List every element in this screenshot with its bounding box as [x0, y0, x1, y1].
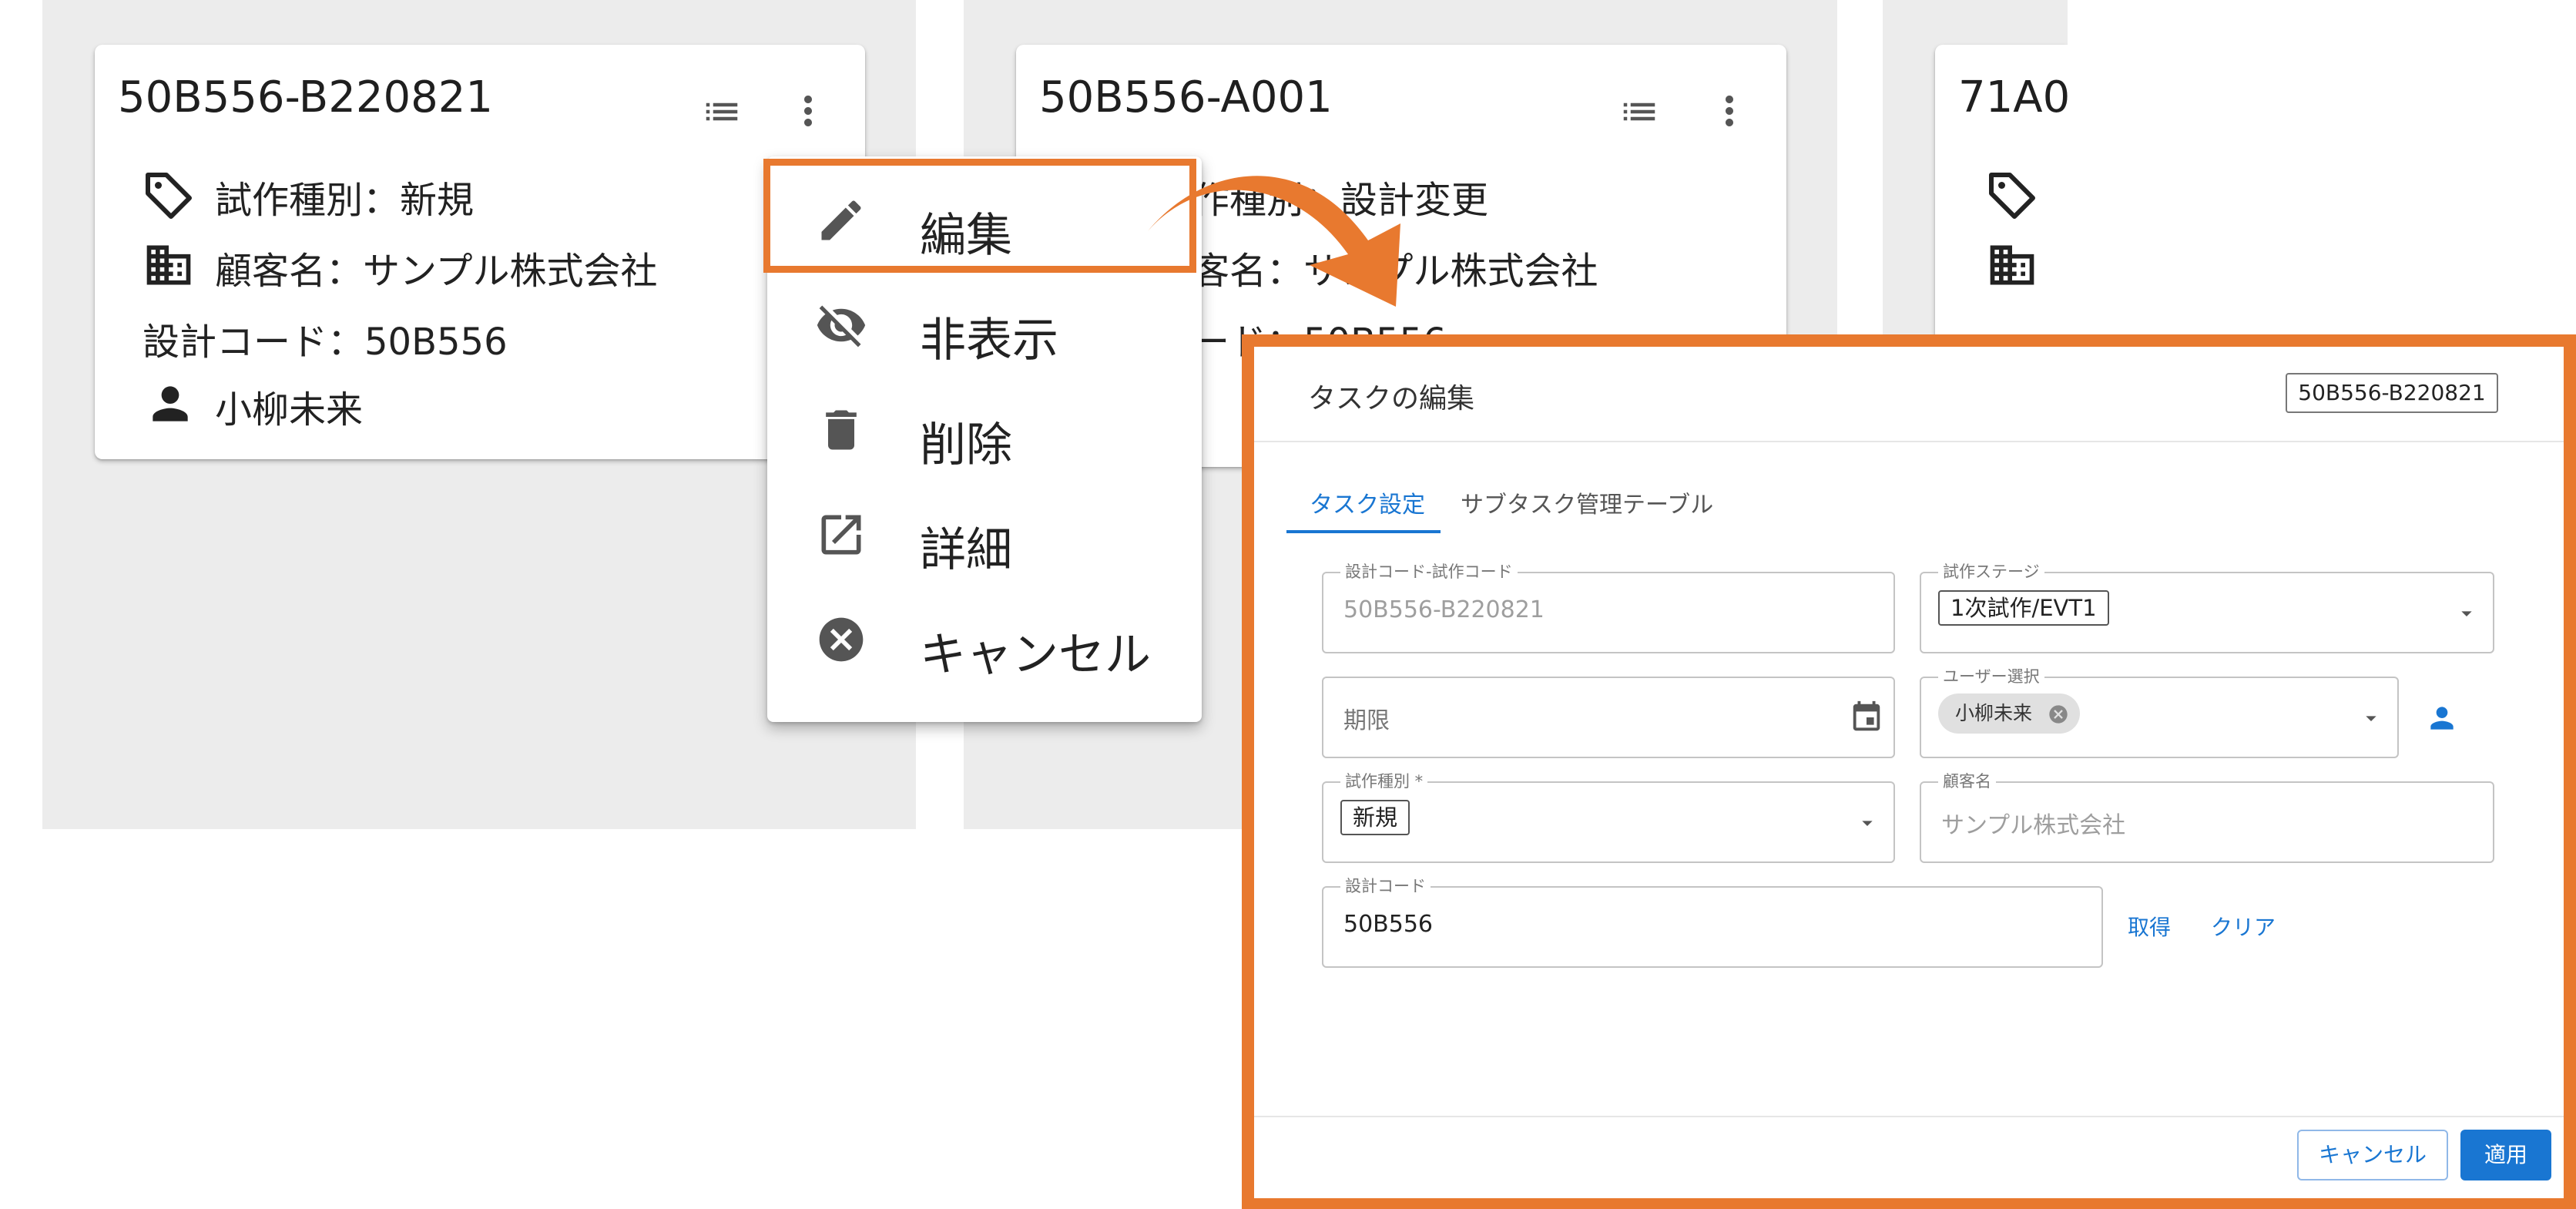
customer-name-field: 顧客名 サンプル株式会社: [1920, 771, 2494, 863]
user-chip[interactable]: 小柳未来: [1938, 693, 2081, 734]
open-in-new-icon: [821, 515, 861, 555]
card-user-line: 小柳未来: [215, 388, 364, 432]
field-label: ユーザー選択: [1938, 667, 2044, 687]
dropdown-arrow-icon[interactable]: [1855, 811, 1880, 835]
menu-item-label: 非表示: [920, 314, 1058, 368]
menu-item-cancel[interactable]: キャンセル: [767, 588, 1202, 691]
card-code-line: 設計コード：50B556: [143, 321, 508, 364]
chip-remove-icon[interactable]: [2048, 704, 2069, 725]
dialog-footer-divider: [1254, 1116, 2564, 1117]
page-cutoff: [2068, 0, 2576, 339]
dropdown-arrow-icon[interactable]: [2454, 601, 2479, 626]
field-label: 顧客名: [1938, 771, 1996, 791]
menu-item-label: キャンセル: [920, 628, 1151, 682]
field-value: サンプル株式会社: [1941, 812, 2126, 839]
menu-item-hide[interactable]: 非表示: [767, 274, 1202, 377]
task-card[interactable]: 50B556-B220821 試作種別：新規 顧客名：サンプル株式会社 設計コー…: [95, 45, 865, 459]
field-label: 試作ステージ: [1938, 562, 2044, 582]
edit-highlight-box: [763, 159, 1196, 273]
field-label: 設計コード: [1340, 876, 1431, 896]
cancel-button[interactable]: キャンセル: [2297, 1130, 2448, 1180]
field-value: 50B556: [1343, 911, 1434, 938]
trial-type-select[interactable]: 試作種別 * 新規: [1322, 771, 1895, 863]
design-trial-code-field: 設計コード-試作コード 50B556-B220821: [1322, 562, 1895, 653]
field-label: 設計コード-試作コード: [1340, 562, 1518, 582]
deadline-field[interactable]: 期限: [1322, 677, 1895, 758]
card-title: 71A0: [1958, 72, 2071, 123]
card-customer-line: 顧客名：サンプル株式会社: [215, 250, 658, 293]
get-button[interactable]: 取得: [2128, 911, 2171, 942]
selected-value-chip: 1次試作/EVT1: [1938, 590, 2109, 626]
cancel-circle-icon: [819, 617, 864, 662]
person-select-icon[interactable]: [2425, 701, 2459, 735]
trash-icon: [826, 410, 857, 450]
list-icon[interactable]: [1618, 91, 1660, 133]
menu-item-label: 削除: [920, 418, 1012, 472]
menu-item-delete[interactable]: 削除: [767, 378, 1202, 482]
calendar-icon[interactable]: [1849, 700, 1884, 735]
selected-value-chip: 新規: [1340, 800, 1410, 835]
active-tab-indicator: [1286, 530, 1441, 533]
dropdown-arrow-icon[interactable]: [2359, 706, 2383, 730]
task-code-badge: 50B556-B220821: [2286, 373, 2498, 413]
menu-item-label: 詳細: [920, 523, 1012, 577]
tab-subtask-table[interactable]: サブタスク管理テーブル: [1461, 485, 1713, 519]
card-title: 50B556-A001: [1039, 72, 1333, 123]
dialog-header-divider: [1254, 441, 2564, 442]
deadline-placeholder: 期限: [1343, 707, 1390, 734]
trial-stage-select[interactable]: 試作ステージ 1次試作/EVT1: [1920, 562, 2494, 653]
user-select[interactable]: ユーザー選択 小柳未来: [1920, 667, 2399, 758]
field-value: 50B556-B220821: [1343, 596, 1545, 623]
menu-item-details[interactable]: 詳細: [767, 483, 1202, 586]
apply-button[interactable]: 適用: [2460, 1130, 2551, 1180]
building-icon: [146, 245, 191, 285]
dialog-title: タスクの編集: [1308, 383, 1475, 415]
edit-task-dialog: タスクの編集 50B556-B220821 タスク設定 サブタスク管理テーブル …: [1254, 347, 2564, 1198]
tag-icon: [1989, 173, 2035, 219]
card-customer-line: 客名：サンプル株式会社: [1192, 250, 1598, 293]
field-label: 試作種別 *: [1340, 771, 1428, 791]
more-vert-icon[interactable]: [785, 88, 831, 134]
card-type-line: 作種別：設計変更: [1192, 179, 1489, 222]
clear-button[interactable]: クリア: [2211, 911, 2276, 942]
more-vert-icon[interactable]: [1706, 88, 1753, 134]
eye-off-icon: [817, 305, 866, 348]
list-icon[interactable]: [701, 91, 743, 133]
user-chip-label: 小柳未来: [1955, 702, 2033, 724]
building-icon: [1990, 245, 2034, 285]
tag-icon: [146, 173, 192, 219]
card-type-line: 試作種別：新規: [215, 179, 475, 222]
person-icon: [153, 386, 188, 421]
design-code-field[interactable]: 設計コード 50B556: [1322, 876, 2103, 968]
tab-task-settings[interactable]: タスク設定: [1310, 485, 1425, 519]
card-title: 50B556-B220821: [118, 72, 493, 123]
